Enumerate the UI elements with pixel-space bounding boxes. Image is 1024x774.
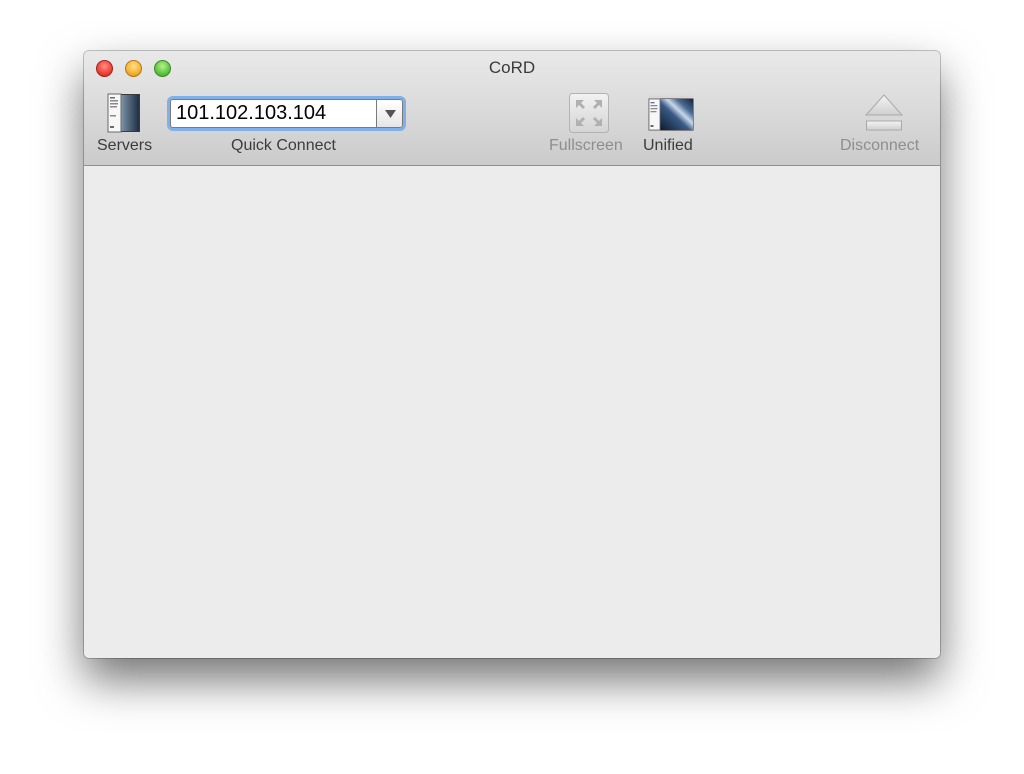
triangle-down-icon [385,110,396,118]
fullscreen-label[interactable]: Fullscreen [549,137,623,155]
unified-label[interactable]: Unified [643,137,693,155]
unified-window-icon[interactable] [648,95,694,131]
servers-icon[interactable] [105,93,141,133]
screen: CoRD Servers 101.102.103.104 Quick Conne… [0,0,1024,774]
disconnect-label[interactable]: Disconnect [840,137,919,155]
quick-connect-dropdown-button[interactable] [376,99,403,128]
quick-connect-combobox[interactable] [170,99,403,128]
quick-connect-label: Quick Connect [231,137,336,154]
app-window: CoRD Servers 101.102.103.104 Quick Conne… [84,51,940,658]
content-area [84,166,940,658]
quick-connect-input[interactable] [170,99,376,128]
eject-icon[interactable] [864,94,904,132]
servers-label[interactable]: Servers [97,137,152,155]
toolbar: CoRD Servers 101.102.103.104 Quick Conne… [84,51,940,166]
expand-arrows-icon[interactable] [568,92,610,134]
window-title: CoRD [488,58,536,77]
